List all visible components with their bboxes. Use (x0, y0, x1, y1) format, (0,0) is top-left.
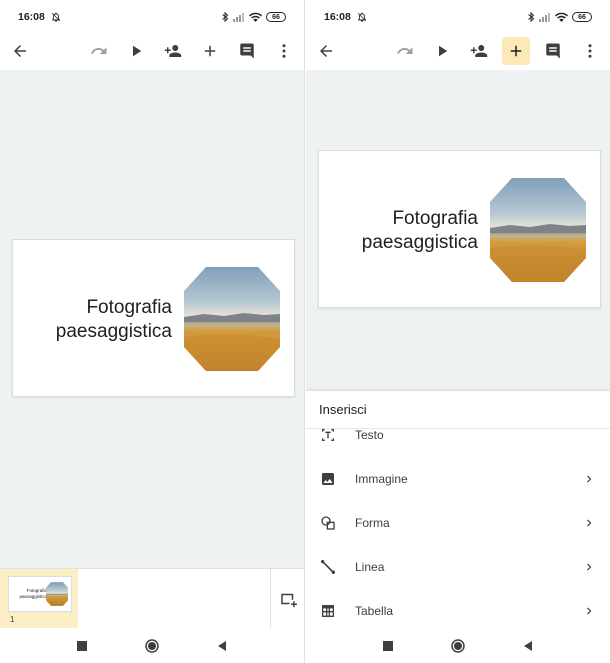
more-vert-icon (588, 44, 592, 58)
comment-icon (546, 43, 560, 59)
wifi-icon (555, 12, 568, 22)
slide[interactable]: Fotografia paesaggistica (318, 150, 601, 308)
redo-button[interactable] (391, 37, 419, 65)
redo-icon (91, 47, 107, 54)
slide-title[interactable]: Fotografia paesaggistica (56, 296, 172, 344)
notifications-off-icon (51, 12, 60, 22)
back-nav-button[interactable] (519, 637, 537, 655)
triangle-back-icon (218, 640, 226, 651)
android-nav-bar (306, 628, 610, 663)
bluetooth-icon (221, 12, 229, 22)
circle-icon (451, 638, 465, 653)
slide-canvas[interactable]: Fotografia paesaggistica (0, 70, 304, 568)
more-vert-icon (282, 44, 286, 58)
signal-icon (539, 12, 551, 22)
insert-menu-title: Inserisci (306, 391, 610, 429)
insert-item-label: Immagine (355, 472, 408, 486)
comment-button[interactable] (233, 37, 261, 65)
notifications-off-icon (357, 12, 366, 22)
new-slide-button[interactable] (270, 569, 304, 629)
text-box-icon (319, 429, 337, 444)
insert-item-shape[interactable]: Forma (306, 501, 610, 545)
landscape-photo[interactable] (184, 267, 280, 371)
wifi-icon (249, 12, 262, 22)
table-icon (319, 602, 337, 620)
insert-button[interactable] (502, 37, 530, 65)
chevron-right-icon (582, 516, 596, 530)
insert-menu-list[interactable]: Testo Immagine Forma Linea Tabella (306, 429, 610, 629)
slide-title[interactable]: Fotografia paesaggistica (362, 207, 478, 255)
more-options-button[interactable] (576, 37, 604, 65)
comment-icon (240, 43, 254, 59)
person-add-icon (164, 45, 182, 57)
insert-item-line[interactable]: Linea (306, 545, 610, 589)
insert-item-table[interactable]: Tabella (306, 589, 610, 629)
landscape-photo[interactable] (490, 178, 586, 282)
chevron-right-icon (582, 472, 596, 486)
triangle-back-icon (524, 640, 532, 651)
recents-button[interactable] (73, 637, 91, 655)
insert-button[interactable] (196, 37, 224, 65)
add-slide-icon (280, 593, 297, 608)
insert-item-label: Forma (355, 516, 390, 530)
present-button[interactable] (428, 37, 456, 65)
thumbnail-photo (46, 582, 68, 606)
image-icon (319, 470, 337, 488)
status-time: 16:08 (18, 11, 45, 23)
redo-button[interactable] (85, 37, 113, 65)
plus-icon (510, 45, 522, 57)
status-bar: 16:08 66 (0, 0, 304, 34)
square-icon (77, 640, 87, 651)
thumbnail-title: Fotografia paesaggistica (19, 588, 47, 599)
share-button[interactable] (465, 37, 493, 65)
play-icon (439, 45, 448, 57)
arrow-back-icon (320, 45, 332, 57)
more-options-button[interactable] (270, 37, 298, 65)
person-add-icon (470, 45, 488, 57)
share-button[interactable] (159, 37, 187, 65)
shapes-icon (319, 514, 337, 532)
editor-toolbar (0, 34, 304, 68)
slide[interactable]: Fotografia paesaggistica (12, 239, 295, 397)
comment-button[interactable] (539, 37, 567, 65)
phone-screen-right: 16:08 66 Fotografia paesaggistica Inseri… (306, 0, 610, 663)
status-time: 16:08 (324, 11, 351, 23)
battery-indicator: 66 (572, 12, 592, 22)
insert-menu-sheet: Inserisci Testo Immagine Forma Linea Tab… (306, 390, 610, 628)
insert-item-label: Linea (355, 560, 385, 574)
home-button[interactable] (449, 637, 467, 655)
slide-thumbnail[interactable]: Fotografia paesaggistica 1 (0, 569, 78, 629)
square-icon (383, 640, 393, 651)
back-button[interactable] (312, 37, 340, 65)
android-nav-bar (0, 628, 304, 663)
phone-screen-left: 16:08 66 Fotografia paesaggistica Fotogr… (0, 0, 305, 663)
signal-icon (233, 12, 245, 22)
bluetooth-icon (527, 12, 535, 22)
present-button[interactable] (122, 37, 150, 65)
slide-number: 1 (10, 615, 15, 624)
battery-indicator: 66 (266, 12, 286, 22)
slide-filmstrip: Fotografia paesaggistica 1 (0, 568, 304, 629)
chevron-right-icon (582, 560, 596, 574)
chevron-right-icon (582, 604, 596, 618)
plus-icon (204, 45, 216, 57)
insert-item-label: Tabella (355, 604, 394, 618)
slide-canvas[interactable]: Fotografia paesaggistica (306, 70, 610, 390)
recents-button[interactable] (379, 637, 397, 655)
circle-icon (145, 638, 159, 653)
insert-item-image[interactable]: Immagine (306, 457, 610, 501)
status-bar: 16:08 66 (306, 0, 610, 34)
back-button[interactable] (6, 37, 34, 65)
insert-item-label: Testo (355, 429, 384, 442)
play-icon (133, 45, 142, 57)
editor-toolbar (306, 34, 610, 68)
insert-item-text[interactable]: Testo (306, 429, 610, 457)
line-icon (319, 558, 337, 576)
back-nav-button[interactable] (213, 637, 231, 655)
arrow-back-icon (14, 45, 26, 57)
home-button[interactable] (143, 637, 161, 655)
redo-icon (397, 47, 413, 54)
